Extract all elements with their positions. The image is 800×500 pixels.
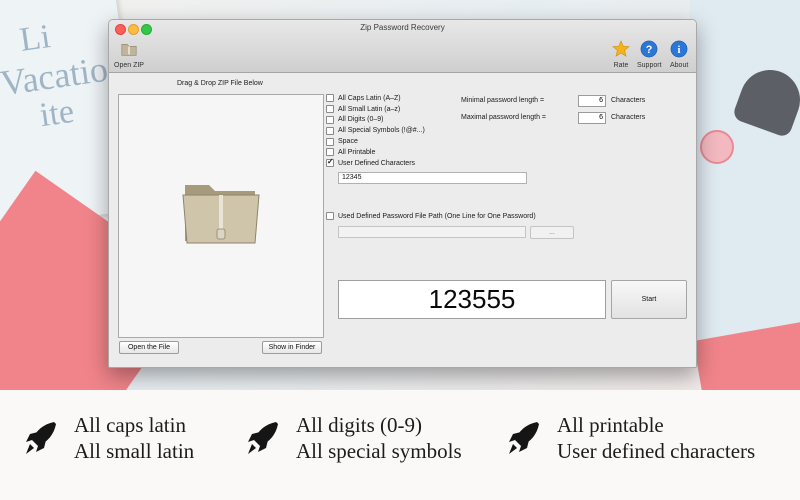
found-password-display: 123555 <box>338 280 606 319</box>
charset-option[interactable]: All Special Symbols (!@#...) <box>326 125 425 136</box>
support-label: Support <box>637 62 662 69</box>
rate-button[interactable]: Rate <box>612 40 630 69</box>
charset-label: All Small Latin (a–z) <box>338 105 401 113</box>
feature-line: All small latin <box>74 439 195 463</box>
checkbox[interactable] <box>326 126 334 135</box>
zip-folder-icon <box>121 44 137 56</box>
star-icon <box>612 40 630 57</box>
feature-line: All caps latin <box>74 413 186 437</box>
show-in-finder-button[interactable]: Show in Finder <box>262 341 322 354</box>
max-length-input[interactable]: 6 <box>578 112 606 124</box>
about-label: About <box>670 62 689 69</box>
checkbox[interactable] <box>326 94 334 103</box>
charset-label: All Digits (0–9) <box>338 116 384 124</box>
checkbox[interactable] <box>326 105 334 114</box>
rate-label: Rate <box>613 62 629 69</box>
rocket-icon <box>509 422 539 454</box>
charset-label: All Caps Latin (A–Z) <box>338 94 401 102</box>
question-icon: ? <box>640 40 658 58</box>
user-defined-chars-input[interactable]: 12345 <box>338 172 527 184</box>
charset-option[interactable]: All Digits (0–9) <box>326 115 425 126</box>
rocket-icon <box>248 422 278 454</box>
zip-folder-icon <box>182 185 260 244</box>
charset-label: All Special Symbols (!@#...) <box>338 127 425 135</box>
bg-decor-text: Li <box>17 18 53 59</box>
checkbox[interactable] <box>326 212 334 220</box>
max-length-label: Maximal password length = <box>461 114 547 121</box>
charset-option[interactable]: All Caps Latin (A–Z) <box>326 93 425 104</box>
svg-text:?: ? <box>646 44 653 56</box>
drop-zone-label: Drag & Drop ZIP File Below <box>177 80 263 87</box>
window-title: Zip Password Recovery <box>360 23 445 32</box>
support-button[interactable]: ? Support <box>637 40 662 69</box>
checkbox-checked[interactable] <box>326 157 334 168</box>
about-button[interactable]: i About <box>670 40 688 69</box>
min-length-unit: Characters <box>611 97 646 104</box>
charset-options: All Caps Latin (A–Z) All Small Latin (a–… <box>326 93 425 169</box>
feature-item: All caps latin All small latin <box>20 412 194 464</box>
charset-label: User Defined Characters <box>338 159 416 167</box>
zip-drop-zone[interactable] <box>118 94 324 338</box>
charset-option[interactable]: User Defined Characters <box>326 157 425 169</box>
charset-option[interactable]: All Printable <box>326 147 425 158</box>
bg-lollipop-shape <box>700 130 734 164</box>
checkbox[interactable] <box>326 148 334 157</box>
feature-line: User defined characters <box>557 439 756 463</box>
feature-line: All printable <box>557 413 664 437</box>
svg-text:i: i <box>678 44 681 56</box>
app-window: Zip Password Recovery Open ZIP Rate ? Su… <box>108 19 697 368</box>
min-length-input[interactable]: 6 <box>578 95 606 107</box>
feature-item: All printable User defined characters <box>503 412 755 464</box>
password-file-path-input[interactable] <box>338 226 526 238</box>
checkbox[interactable] <box>326 137 334 146</box>
titlebar: Zip Password Recovery Open ZIP Rate ? Su… <box>109 20 696 73</box>
info-icon: i <box>670 40 688 58</box>
checkbox[interactable] <box>326 115 334 124</box>
charset-option[interactable]: Space <box>326 136 425 147</box>
charset-label: All Printable <box>338 148 376 156</box>
charset-label: Space <box>338 138 358 146</box>
open-zip-label: Open ZIP <box>114 62 144 69</box>
feature-strip: All caps latin All small latin All digit… <box>0 390 800 500</box>
feature-line: All special symbols <box>296 439 462 463</box>
bg-decor-text: ite <box>37 92 77 135</box>
start-button[interactable]: Start <box>611 280 687 319</box>
feature-item: All digits (0-9) All special symbols <box>242 412 462 464</box>
charset-option[interactable]: All Small Latin (a–z) <box>326 104 425 115</box>
open-file-button[interactable]: Open the File <box>119 341 179 354</box>
browse-file-button[interactable]: ... <box>530 226 574 239</box>
bg-right-panel <box>690 0 800 340</box>
feature-line: All digits (0-9) <box>296 413 422 437</box>
password-file-label: Used Defined Password File Path (One Lin… <box>338 212 536 220</box>
rocket-icon <box>26 422 56 454</box>
password-file-option[interactable]: Used Defined Password File Path (One Lin… <box>326 212 536 220</box>
open-zip-button[interactable]: Open ZIP <box>114 40 144 69</box>
min-length-label: Minimal password length = <box>461 97 545 104</box>
max-length-unit: Characters <box>611 114 646 121</box>
